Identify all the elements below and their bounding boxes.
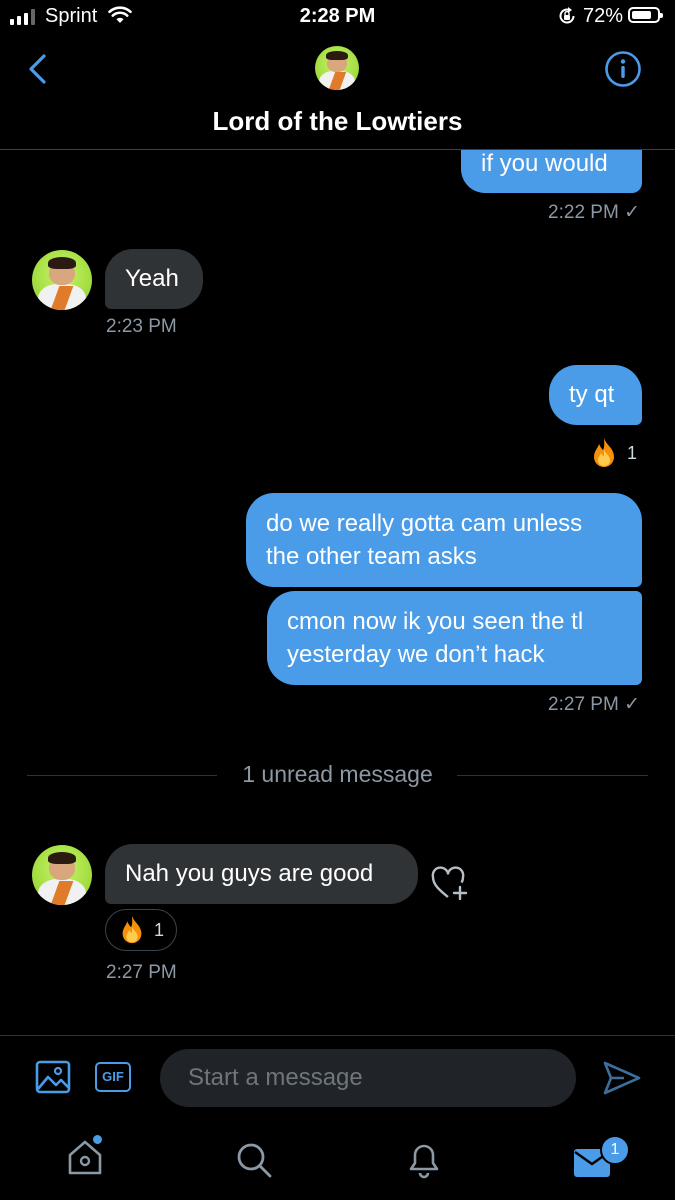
reaction-count: 1 [154,919,165,940]
search-icon[interactable] [234,1140,274,1185]
sender-avatar[interactable] [32,845,92,905]
message-bubble-outgoing[interactable]: do we really gotta cam unless the other … [246,493,642,587]
message-bubble-incoming[interactable]: Yeah [105,249,203,309]
message-text: ty qt [569,381,615,408]
conversation-title[interactable]: Lord of the Lowtiers [0,106,675,137]
message-text: Nah you guys are good [125,860,374,887]
back-icon[interactable] [24,52,52,91]
message-timestamp: 2:22 PM ✓ [548,202,640,223]
message-text-line: the other team asks [266,543,477,570]
image-icon[interactable] [35,1060,71,1099]
bell-icon[interactable] [405,1138,443,1185]
heart-plus-icon[interactable] [430,864,472,909]
message-text-line: do we really gotta cam unless [266,510,583,537]
message-timestamp: 2:27 PM [106,962,177,983]
message-timestamp: 2:23 PM [106,316,177,337]
message-text: Yeah [125,265,179,292]
sender-avatar[interactable] [32,250,92,310]
composer-divider [0,1035,675,1036]
home-icon[interactable] [66,1138,104,1183]
status-bar: Sprint 2:28 PM 72% [0,0,675,34]
message-text-line: yesterday we don’t hack [287,641,545,668]
unread-divider-label: 1 unread message [242,761,433,787]
fire-emoji [122,915,142,944]
battery-icon [628,7,663,23]
message-text-line: cmon now ik you seen the tl [287,608,584,635]
message-text: if you would [481,150,608,177]
message-reaction[interactable]: 1 [587,436,637,470]
message-reaction[interactable]: 1 [105,909,178,951]
message-bubble-outgoing[interactable]: cmon now ik you seen the tl yesterday we… [267,591,642,685]
message-bubble-incoming[interactable]: Nah you guys are good [105,844,418,904]
messages-badge: 1 [600,1135,630,1165]
message-bubble-outgoing[interactable]: ty qt [549,365,642,425]
rotation-lock-icon [557,6,577,32]
message-timestamp: 2:27 PM ✓ [548,694,640,715]
reaction-count: 1 [627,442,638,463]
info-icon[interactable] [604,50,642,93]
gif-button[interactable]: GIF [95,1062,131,1092]
message-bubble-outgoing[interactable]: if you would [461,150,642,193]
conversation-avatar[interactable] [315,46,359,90]
send-icon[interactable] [602,1060,642,1101]
message-input[interactable]: Start a message [160,1049,576,1107]
fire-emoji [594,438,614,467]
battery-percent: 72% [583,5,624,27]
home-notification-dot [93,1135,102,1144]
